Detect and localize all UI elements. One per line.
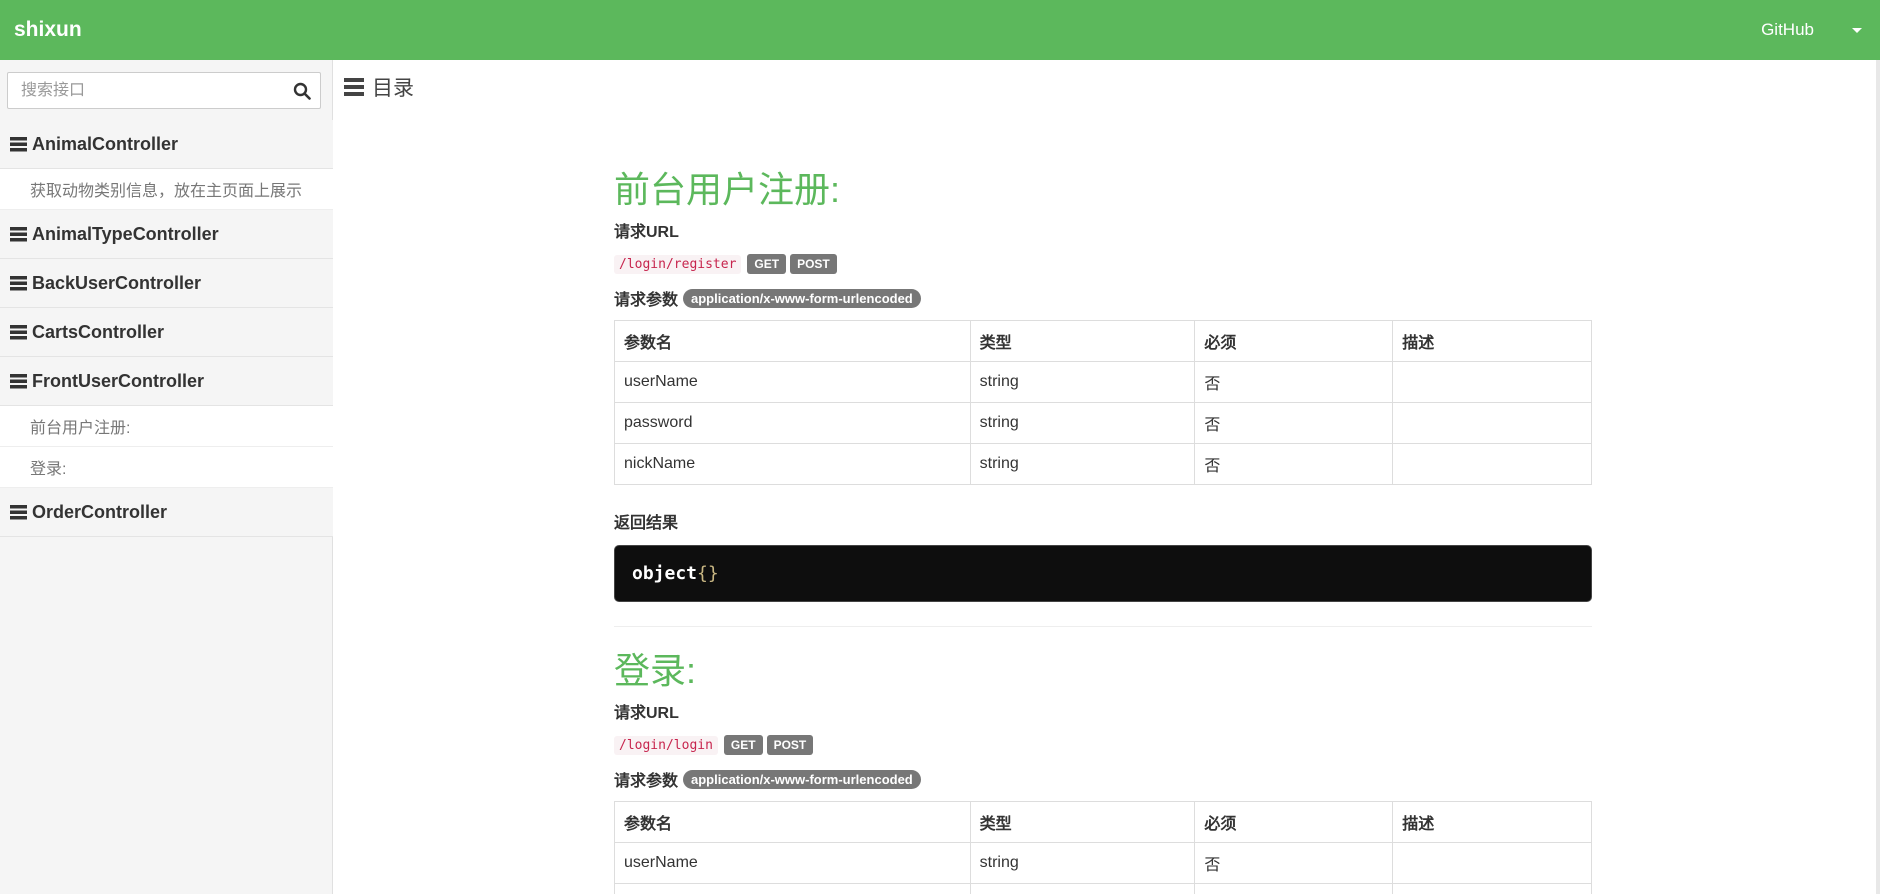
cell-description	[1392, 883, 1592, 894]
sidebar-item-ordercontroller[interactable]: OrderController	[0, 488, 333, 537]
table-header-row: 参数名 类型 必须 描述	[614, 801, 1592, 843]
cell-param-name: password	[614, 402, 971, 444]
api-title: 前台用户注册:	[614, 169, 841, 210]
table-row: password string 否	[614, 402, 1592, 444]
sidebar-item-label: AnimalTypeController	[32, 223, 219, 244]
url-row: /login/login GET POST	[614, 735, 1592, 755]
result-brace: {}	[697, 563, 719, 584]
cell-type: string	[969, 443, 1196, 485]
cell-required: 否	[1194, 842, 1394, 884]
params-table: 参数名 类型 必须 描述 userName string 否 password	[614, 320, 1592, 485]
list-icon	[10, 136, 27, 151]
result-label: 返回结果	[614, 515, 679, 532]
sidebar-menu: AnimalController 获取动物类别信息，放在主页面上展示 Anima…	[0, 120, 333, 537]
request-url: /login/login	[614, 735, 718, 755]
table-row: userName string 否	[614, 361, 1592, 403]
cell-required: 否	[1194, 361, 1394, 403]
params-row: 请求参数 application/x-www-form-urlencoded	[614, 767, 1592, 791]
cell-type: string	[969, 402, 1196, 444]
request-params-label: 请求参数	[614, 292, 679, 309]
list-icon	[10, 373, 27, 388]
cell-param-name: nickName	[614, 443, 971, 485]
request-url: /login/register	[614, 254, 742, 274]
api-title: 登录:	[614, 650, 697, 691]
toc-toggle[interactable]: 目录	[344, 72, 414, 102]
list-icon	[10, 324, 27, 339]
api-section: 登录: 请求URL /login/login GET POST 请求参数 app…	[614, 649, 1592, 894]
search-box	[7, 72, 321, 109]
section-divider	[614, 626, 1592, 627]
brand-title[interactable]: shixun	[14, 18, 82, 42]
api-docs: 前台用户注册: 请求URL /login/register GET POST 请…	[614, 168, 1592, 894]
cell-param-name: userName	[614, 842, 971, 884]
sidebar-subitem-login[interactable]: 登录:	[0, 447, 333, 488]
sidebar-item-animalcontroller[interactable]: AnimalController	[0, 120, 333, 169]
list-icon	[10, 226, 27, 241]
content-type-badge: application/x-www-form-urlencoded	[683, 288, 921, 308]
sidebar-item-label: FrontUserController	[32, 370, 205, 391]
cell-type: string	[969, 883, 1196, 894]
result-type: object	[632, 563, 698, 584]
api-section: 前台用户注册: 请求URL /login/register GET POST 请…	[614, 168, 1592, 602]
header-description: 描述	[1392, 320, 1592, 362]
url-row: /login/register GET POST	[614, 254, 1592, 274]
header-param-name: 参数名	[614, 320, 971, 362]
navbar-right: GitHub	[1761, 0, 1862, 60]
cell-description	[1392, 842, 1592, 884]
toc-label: 目录	[372, 77, 414, 100]
header-type: 类型	[969, 320, 1196, 362]
sidebar-subitem-register[interactable]: 前台用户注册:	[0, 406, 333, 447]
header-required: 必须	[1194, 801, 1394, 843]
table-header-row: 参数名 类型 必须 描述	[614, 320, 1592, 362]
sidebar-subitem-animal-category[interactable]: 获取动物类别信息，放在主页面上展示	[0, 169, 333, 210]
request-url-label: 请求URL	[614, 705, 679, 722]
github-link[interactable]: GitHub	[1761, 20, 1814, 40]
table-row: userName string 否	[614, 842, 1592, 884]
search-icon[interactable]	[293, 82, 311, 100]
sidebar-item-frontusercontroller[interactable]: FrontUserController	[0, 357, 333, 406]
request-url-label: 请求URL	[614, 224, 679, 241]
cell-type: string	[969, 361, 1196, 403]
method-badge: GET	[723, 735, 763, 755]
list-icon	[10, 275, 27, 290]
header-description: 描述	[1392, 801, 1592, 843]
sidebar-item-cartscontroller[interactable]: CartsController	[0, 308, 333, 357]
list-icon	[344, 78, 364, 96]
main-content: 目录 前台用户注册: 请求URL /login/register GET POS…	[334, 60, 1880, 894]
table-row: nickName string 否	[614, 443, 1592, 485]
cell-description	[1392, 402, 1592, 444]
search-input[interactable]	[8, 73, 278, 108]
sidebar-item-backusercontroller[interactable]: BackUserController	[0, 259, 333, 308]
chevron-down-icon[interactable]	[1852, 27, 1862, 33]
sidebar-item-label: CartsController	[32, 321, 165, 342]
cell-type: string	[969, 842, 1196, 884]
header-type: 类型	[969, 801, 1196, 843]
sidebar-item-label: OrderController	[32, 501, 168, 522]
header-required: 必须	[1194, 320, 1394, 362]
sidebar-item-label: AnimalController	[32, 133, 179, 154]
cell-param-name: userName	[614, 361, 971, 403]
cell-description	[1392, 443, 1592, 485]
request-params-label: 请求参数	[614, 773, 679, 790]
params-table: 参数名 类型 必须 描述 userName string 否 password	[614, 801, 1592, 894]
cell-param-name: password	[614, 883, 971, 894]
cell-required: 否	[1194, 883, 1394, 894]
result-code-block: object{}	[614, 545, 1592, 602]
top-navbar: shixun GitHub	[0, 0, 1880, 60]
content-type-badge: application/x-www-form-urlencoded	[683, 769, 921, 789]
method-badge: POST	[766, 735, 814, 755]
sidebar-item-animaltypecontroller[interactable]: AnimalTypeController	[0, 210, 333, 259]
cell-required: 否	[1194, 443, 1394, 485]
header-param-name: 参数名	[614, 801, 971, 843]
table-row: password string 否	[614, 883, 1592, 894]
params-row: 请求参数 application/x-www-form-urlencoded	[614, 286, 1592, 310]
method-badge: POST	[790, 254, 837, 274]
method-badge: GET	[747, 254, 787, 274]
cell-description	[1392, 361, 1592, 403]
cell-required: 否	[1194, 402, 1394, 444]
sidebar-item-label: BackUserController	[32, 272, 202, 293]
sidebar: AnimalController 获取动物类别信息，放在主页面上展示 Anima…	[0, 60, 333, 894]
list-icon	[10, 504, 27, 519]
page-scrollbar[interactable]	[1876, 60, 1880, 894]
